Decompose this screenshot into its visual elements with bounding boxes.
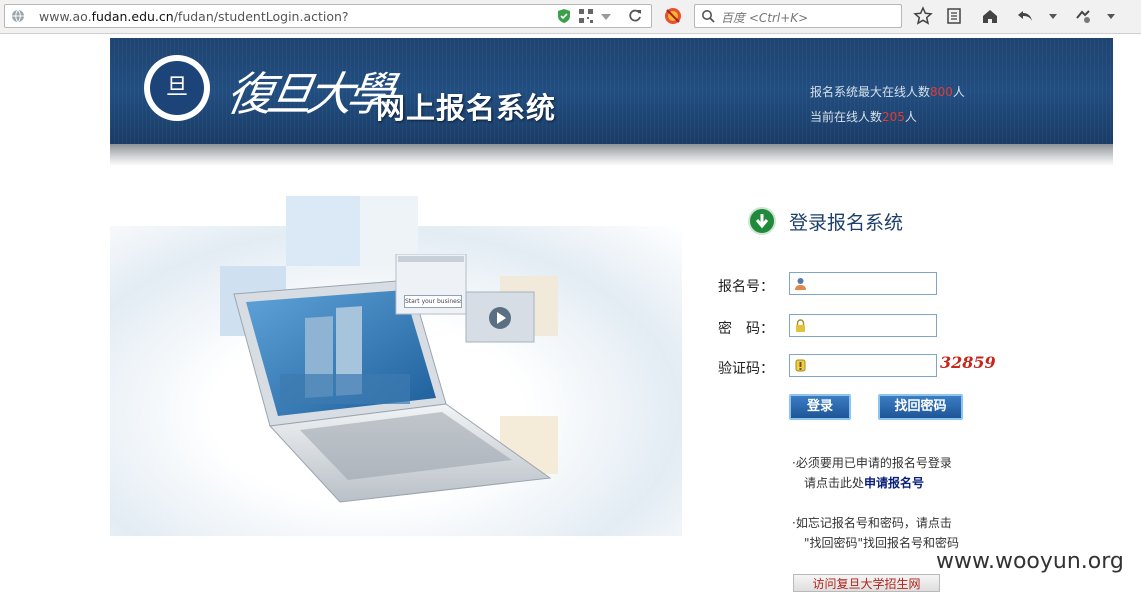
note-register-line1: ·必须要用已申请的报名号登录: [792, 456, 952, 470]
dropdown-arrow-icon[interactable]: [1043, 6, 1063, 26]
password-label: 密 码：: [718, 321, 774, 337]
laptop-illustration: [233, 254, 552, 503]
site-header: 旦 復旦大學 网上报名系统 报名系统最大在线人数800人 当前在线人数205人: [110, 38, 1113, 144]
address-bar[interactable]: www.ao.fudan.edu.cn/fudan/studentLogin.a…: [4, 4, 652, 28]
url-text[interactable]: www.ao.fudan.edu.cn/fudan/studentLogin.a…: [39, 9, 349, 24]
password-input[interactable]: [789, 314, 937, 337]
adblock-icon[interactable]: [663, 6, 683, 26]
max-online-info: 报名系统最大在线人数800人: [810, 85, 965, 99]
captcha-label: 验证码：: [718, 361, 774, 377]
hero-illustration: Start your business: [110, 166, 682, 590]
watermark: www.wooyun.org: [936, 549, 1124, 574]
arrow-down-icon: [748, 207, 776, 235]
captcha-input[interactable]: [789, 354, 937, 377]
captcha-image[interactable]: 32859: [940, 353, 996, 372]
login-panel: 登录报名系统 报名号： 密 码： 验证码： 32859 登录 找回密码 ·必须要…: [682, 166, 1113, 592]
floating-window-searchbox: Start your business: [404, 295, 462, 308]
note-forgot-line1: ·如忘记报名号和密码，请点击: [792, 516, 952, 530]
home-icon[interactable]: [980, 6, 1000, 26]
login-title: 登录报名系统: [789, 212, 904, 234]
fudan-logo: 旦: [144, 55, 210, 121]
note-register-line2: 请点击此处申请报名号: [804, 476, 925, 490]
lock-icon: [796, 319, 805, 332]
registration-site: 旦 復旦大學 网上报名系统 报名系统最大在线人数800人 当前在线人数205人: [110, 38, 1113, 592]
current-online-info: 当前在线人数205人: [810, 110, 917, 124]
visit-admissions-button[interactable]: 访问复旦大学招生网: [793, 574, 940, 592]
search-bar[interactable]: 百度 <Ctrl+K>: [694, 4, 902, 28]
apply-number-link[interactable]: 申请报名号: [864, 476, 924, 490]
search-icon: [702, 10, 715, 23]
key-icon: [795, 359, 806, 372]
shield-icon[interactable]: [556, 8, 572, 24]
qrcode-icon[interactable]: [578, 8, 594, 24]
dropdown-arrow-icon[interactable]: [598, 8, 614, 24]
username-input[interactable]: [789, 272, 937, 295]
university-name-calligraphy: 復旦大學: [222, 67, 393, 121]
globe-icon: [12, 9, 24, 23]
username-label: 报名号：: [718, 279, 774, 295]
search-placeholder: 百度 <Ctrl+K>: [721, 11, 809, 25]
bookmark-star-icon[interactable]: [913, 6, 933, 26]
browser-toolbar: www.ao.fudan.edu.cn/fudan/studentLogin.a…: [0, 0, 1141, 34]
reading-list-icon[interactable]: [944, 6, 964, 26]
reload-icon[interactable]: [627, 8, 643, 24]
header-divider: [110, 144, 1113, 166]
system-title: 网上报名系统: [376, 91, 557, 125]
login-button[interactable]: 登录: [789, 394, 851, 420]
extension-icon[interactable]: [1073, 6, 1093, 26]
recover-password-button[interactable]: 找回密码: [878, 394, 963, 420]
user-icon: [795, 278, 806, 290]
menu-dropdown-icon[interactable]: [1101, 6, 1121, 26]
undo-icon[interactable]: [1015, 6, 1035, 26]
